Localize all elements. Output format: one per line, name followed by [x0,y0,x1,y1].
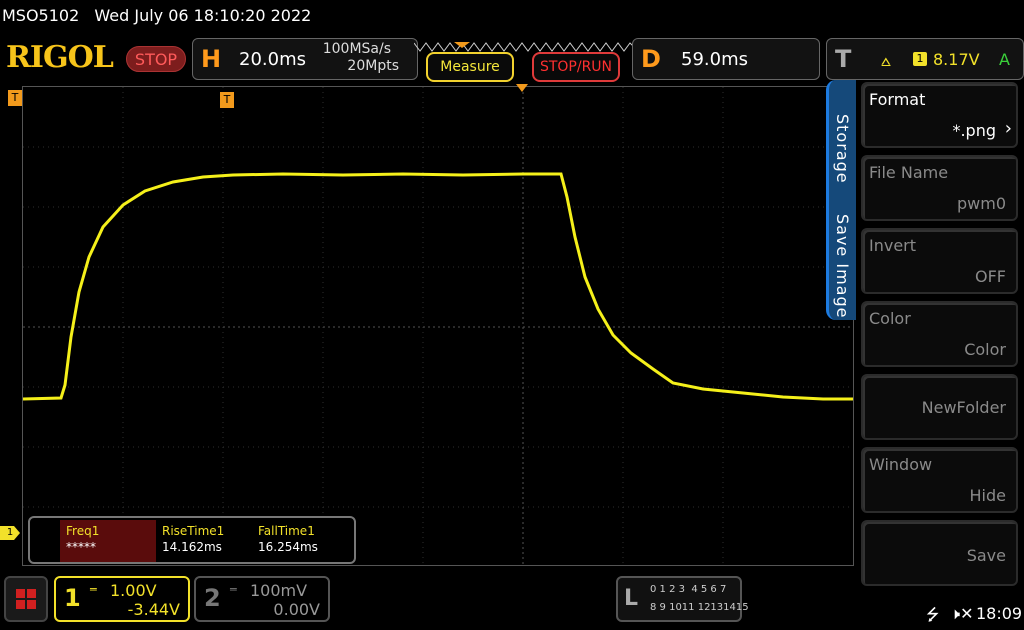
channel1-scale: 1.00V [110,581,157,600]
logic-row2: 8 9 1011 12131415 [650,602,749,613]
horizontal-panel[interactable]: H 20.0ms 100MSa/s 20Mpts [192,38,418,80]
menu-file-name-title: File Name [869,163,949,182]
trigger-panel[interactable]: T ⩟ 1 8.17V A [826,38,1024,80]
logic-panel[interactable]: L 0 1 2 3 4 5 6 7 8 9 1011 12131415 [616,576,749,622]
measure-button[interactable]: Measure [426,52,514,82]
channel2-number: 2 [204,584,221,612]
tab-storage[interactable]: Storage [833,114,852,184]
menu-format-value: *.png [952,121,996,140]
delay-letter: D [641,45,661,73]
chevron-right-icon: › [1004,118,1012,139]
channel1-ground-marker-icon[interactable]: 1 [0,526,20,540]
menu-invert[interactable]: Invert OFF [861,228,1018,294]
memory-depth: 20Mpts [347,58,399,74]
waveform-svg [22,87,853,565]
overview-marker-icon [454,42,470,48]
logic-letter: L [624,586,639,611]
home-button[interactable] [4,576,48,622]
menu-new-folder-value: NewFolder [921,398,1006,417]
meas-fall-value: 16.254ms [258,540,318,554]
menu-color-title: Color [869,309,911,328]
meas-freq[interactable]: Freq1 ***** [60,520,156,562]
logic-row1: 0 1 2 3 4 5 6 7 [650,584,727,595]
channel1-number: 1 [64,584,81,612]
channel1-panel[interactable]: 1 ═ 1.00V -3.44V [54,576,190,622]
waveform-overview[interactable] [413,38,635,52]
usb-icon: ⭍ [926,605,940,624]
dc-coupling-icon: ═ [90,583,97,596]
trigger-letter: T [835,45,852,73]
channel1-offset: -3.44V [127,600,180,619]
menu-file-name-value: pwm0 [956,194,1006,213]
meas-freq-label: Freq1 [66,524,100,538]
channel2-scale: 100mV [250,581,308,600]
side-tabs[interactable]: Storage Save Image [826,80,856,320]
menu-format-title: Format [869,90,926,109]
run-state-badge[interactable]: STOP [126,46,186,72]
title-bar: MSO5102 Wed July 06 18:10:20 2022 [0,0,1024,34]
meas-fall-label: FallTime1 [258,524,315,538]
tab-save-image[interactable]: Save Image [833,214,852,318]
meas-rise-value: 14.162ms [162,540,222,554]
menu-window-title: Window [869,455,933,474]
meas-rise[interactable]: RiseTime1 14.162ms [160,520,252,562]
menu-new-folder[interactable]: NewFolder [861,374,1018,440]
dc-coupling-icon-2: ═ [230,583,237,596]
trigger-mode: A [999,50,1010,69]
meas-fall[interactable]: FallTime1 16.254ms [256,520,352,562]
trigger-channel: 1 [913,52,927,66]
stoprun-button[interactable]: STOP/RUN [532,52,620,82]
menu-save-value: Save [966,546,1006,565]
channel1-trace [22,172,853,401]
grid-menu-icon [16,589,36,609]
waveform-grid[interactable] [22,86,854,566]
model-label: MSO5102 [2,6,80,25]
menu-file-name[interactable]: File Name pwm0 [861,155,1018,221]
trigger-position-marker-icon [516,84,528,92]
menu-color-value: Color [964,340,1006,359]
speaker-muted-icon[interactable]: 🕨✕ [950,604,974,624]
trigger-edge-icon: ⩟ [881,51,891,70]
channel2-panel[interactable]: 2 ═ 100mV 0.00V [194,576,330,622]
menu-save[interactable]: Save [861,520,1018,586]
menu-color[interactable]: Color Color [861,301,1018,367]
meas-freq-value: ***** [66,540,96,554]
menu-window-value: Hide [969,486,1006,505]
menu-window[interactable]: Window Hide [861,447,1018,513]
channel2-offset: 0.00V [273,600,320,619]
left-marker-icon: T [8,90,22,106]
datetime-label: Wed July 06 18:10:20 2022 [94,6,312,25]
trigger-level: 8.17V [933,50,980,69]
meas-rise-label: RiseTime1 [162,524,225,538]
delay-panel[interactable]: D 59.0ms [632,38,820,80]
sample-rate: 100MSa/s [322,41,391,57]
rigol-logo: RIGOL [6,40,114,75]
menu-format[interactable]: Format *.png › [861,82,1018,148]
horizontal-letter: H [201,45,222,73]
soft-menu: Format *.png › File Name pwm0 Invert OFF… [856,80,1024,594]
measurement-panel[interactable]: Freq1 ***** RiseTime1 14.162ms FallTime1… [28,516,356,564]
delay-value: 59.0ms [681,49,748,70]
menu-invert-title: Invert [869,236,917,255]
timebase-value: 20.0ms [239,49,306,70]
trigger-level-marker-icon: T [220,92,234,108]
menu-invert-value: OFF [975,267,1006,286]
status-time: 18:09 [976,604,1023,623]
